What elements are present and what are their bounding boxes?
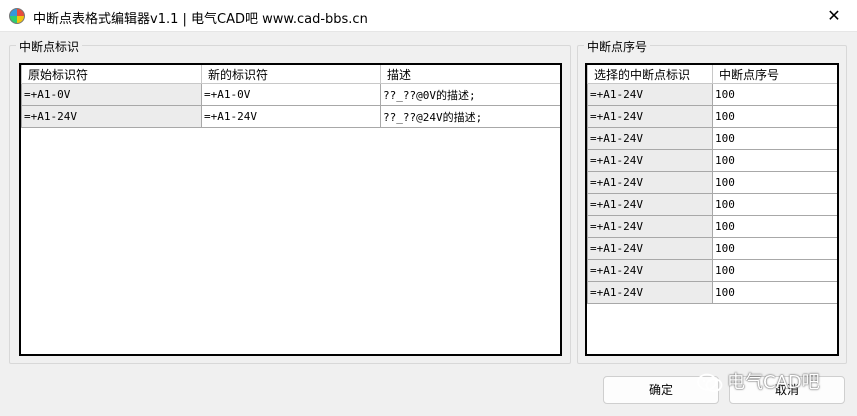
selected-id-cell[interactable]: =+A1-24V	[587, 105, 713, 128]
selected-id-cell[interactable]: =+A1-24V	[587, 259, 713, 282]
number-cell[interactable]: 100	[712, 215, 837, 238]
selected-id-cell[interactable]: =+A1-24V	[587, 149, 713, 172]
table-row[interactable]: =+A1-0V =+A1-0V ??_??@0V的描述;	[21, 83, 560, 106]
selected-id-cell[interactable]: =+A1-24V	[587, 83, 713, 106]
new-id-cell[interactable]: =+A1-24V	[201, 105, 381, 128]
number-cell[interactable]: 100	[712, 127, 837, 150]
table-row[interactable]: =+A1-24V 100	[587, 193, 837, 216]
breakpoint-id-group-title: 中断点标识	[16, 38, 83, 55]
number-cell[interactable]: 100	[712, 237, 837, 260]
column-header-new-id[interactable]: 新的标识符	[201, 65, 381, 84]
breakpoint-number-table[interactable]: 选择的中断点标识 中断点序号 =+A1-24V 100 =+A1-24V 100 =…	[585, 63, 839, 356]
header-row: 原始标识符 新的标识符 描述	[21, 65, 560, 84]
original-id-cell[interactable]: =+A1-24V	[21, 105, 202, 128]
column-header-description[interactable]: 描述	[380, 65, 560, 84]
table-row[interactable]: =+A1-24V 100	[587, 83, 837, 106]
header-row: 选择的中断点标识 中断点序号	[587, 65, 837, 84]
number-cell[interactable]: 100	[712, 105, 837, 128]
number-cell[interactable]: 100	[712, 259, 837, 282]
column-header-selected-id[interactable]: 选择的中断点标识	[587, 65, 713, 84]
table-row[interactable]: =+A1-24V 100	[587, 281, 837, 304]
description-cell[interactable]: ??_??@0V的描述;	[380, 83, 560, 106]
close-button[interactable]: ✕	[811, 0, 857, 32]
table-row[interactable]: =+A1-24V 100	[587, 149, 837, 172]
table-row[interactable]: =+A1-24V 100	[587, 171, 837, 194]
column-header-original-id[interactable]: 原始标识符	[21, 65, 202, 84]
selected-id-cell[interactable]: =+A1-24V	[587, 193, 713, 216]
window-title: 中断点表格式编辑器v1.1 | 电气CAD吧 www.cad-bbs.cn	[33, 12, 368, 27]
number-cell[interactable]: 100	[712, 149, 837, 172]
breakpoint-number-grid: 选择的中断点标识 中断点序号 =+A1-24V 100 =+A1-24V 100 =…	[587, 65, 837, 304]
column-header-number[interactable]: 中断点序号	[712, 65, 837, 84]
breakpoint-id-table[interactable]: 原始标识符 新的标识符 描述 =+A1-0V =+A1-0V ??_??@0V的…	[19, 63, 562, 356]
table-row[interactable]: =+A1-24V 100	[587, 237, 837, 260]
app-icon	[9, 8, 25, 24]
selected-id-cell[interactable]: =+A1-24V	[587, 127, 713, 150]
selected-id-cell[interactable]: =+A1-24V	[587, 237, 713, 260]
table-row[interactable]: =+A1-24V 100	[587, 127, 837, 150]
number-cell[interactable]: 100	[712, 83, 837, 106]
selected-id-cell[interactable]: =+A1-24V	[587, 281, 713, 304]
ok-button[interactable]: 确定	[603, 376, 719, 404]
table-row[interactable]: =+A1-24V 100	[587, 105, 837, 128]
original-id-cell[interactable]: =+A1-0V	[21, 83, 202, 106]
breakpoint-id-grid: 原始标识符 新的标识符 描述 =+A1-0V =+A1-0V ??_??@0V的…	[21, 65, 560, 128]
table-row[interactable]: =+A1-24V 100	[587, 215, 837, 238]
selected-id-cell[interactable]: =+A1-24V	[587, 171, 713, 194]
cancel-button[interactable]: 取消	[729, 376, 845, 404]
table-row[interactable]: =+A1-24V 100	[587, 259, 837, 282]
number-cell[interactable]: 100	[712, 281, 837, 304]
selected-id-cell[interactable]: =+A1-24V	[587, 215, 713, 238]
number-cell[interactable]: 100	[712, 171, 837, 194]
new-id-cell[interactable]: =+A1-0V	[201, 83, 381, 106]
description-cell[interactable]: ??_??@24V的描述;	[380, 105, 560, 128]
title-bar: 中断点表格式编辑器v1.1 | 电气CAD吧 www.cad-bbs.cn ✕	[0, 0, 857, 32]
number-cell[interactable]: 100	[712, 193, 837, 216]
table-row[interactable]: =+A1-24V =+A1-24V ??_??@24V的描述;	[21, 105, 560, 128]
breakpoint-number-group-title: 中断点序号	[584, 38, 651, 55]
